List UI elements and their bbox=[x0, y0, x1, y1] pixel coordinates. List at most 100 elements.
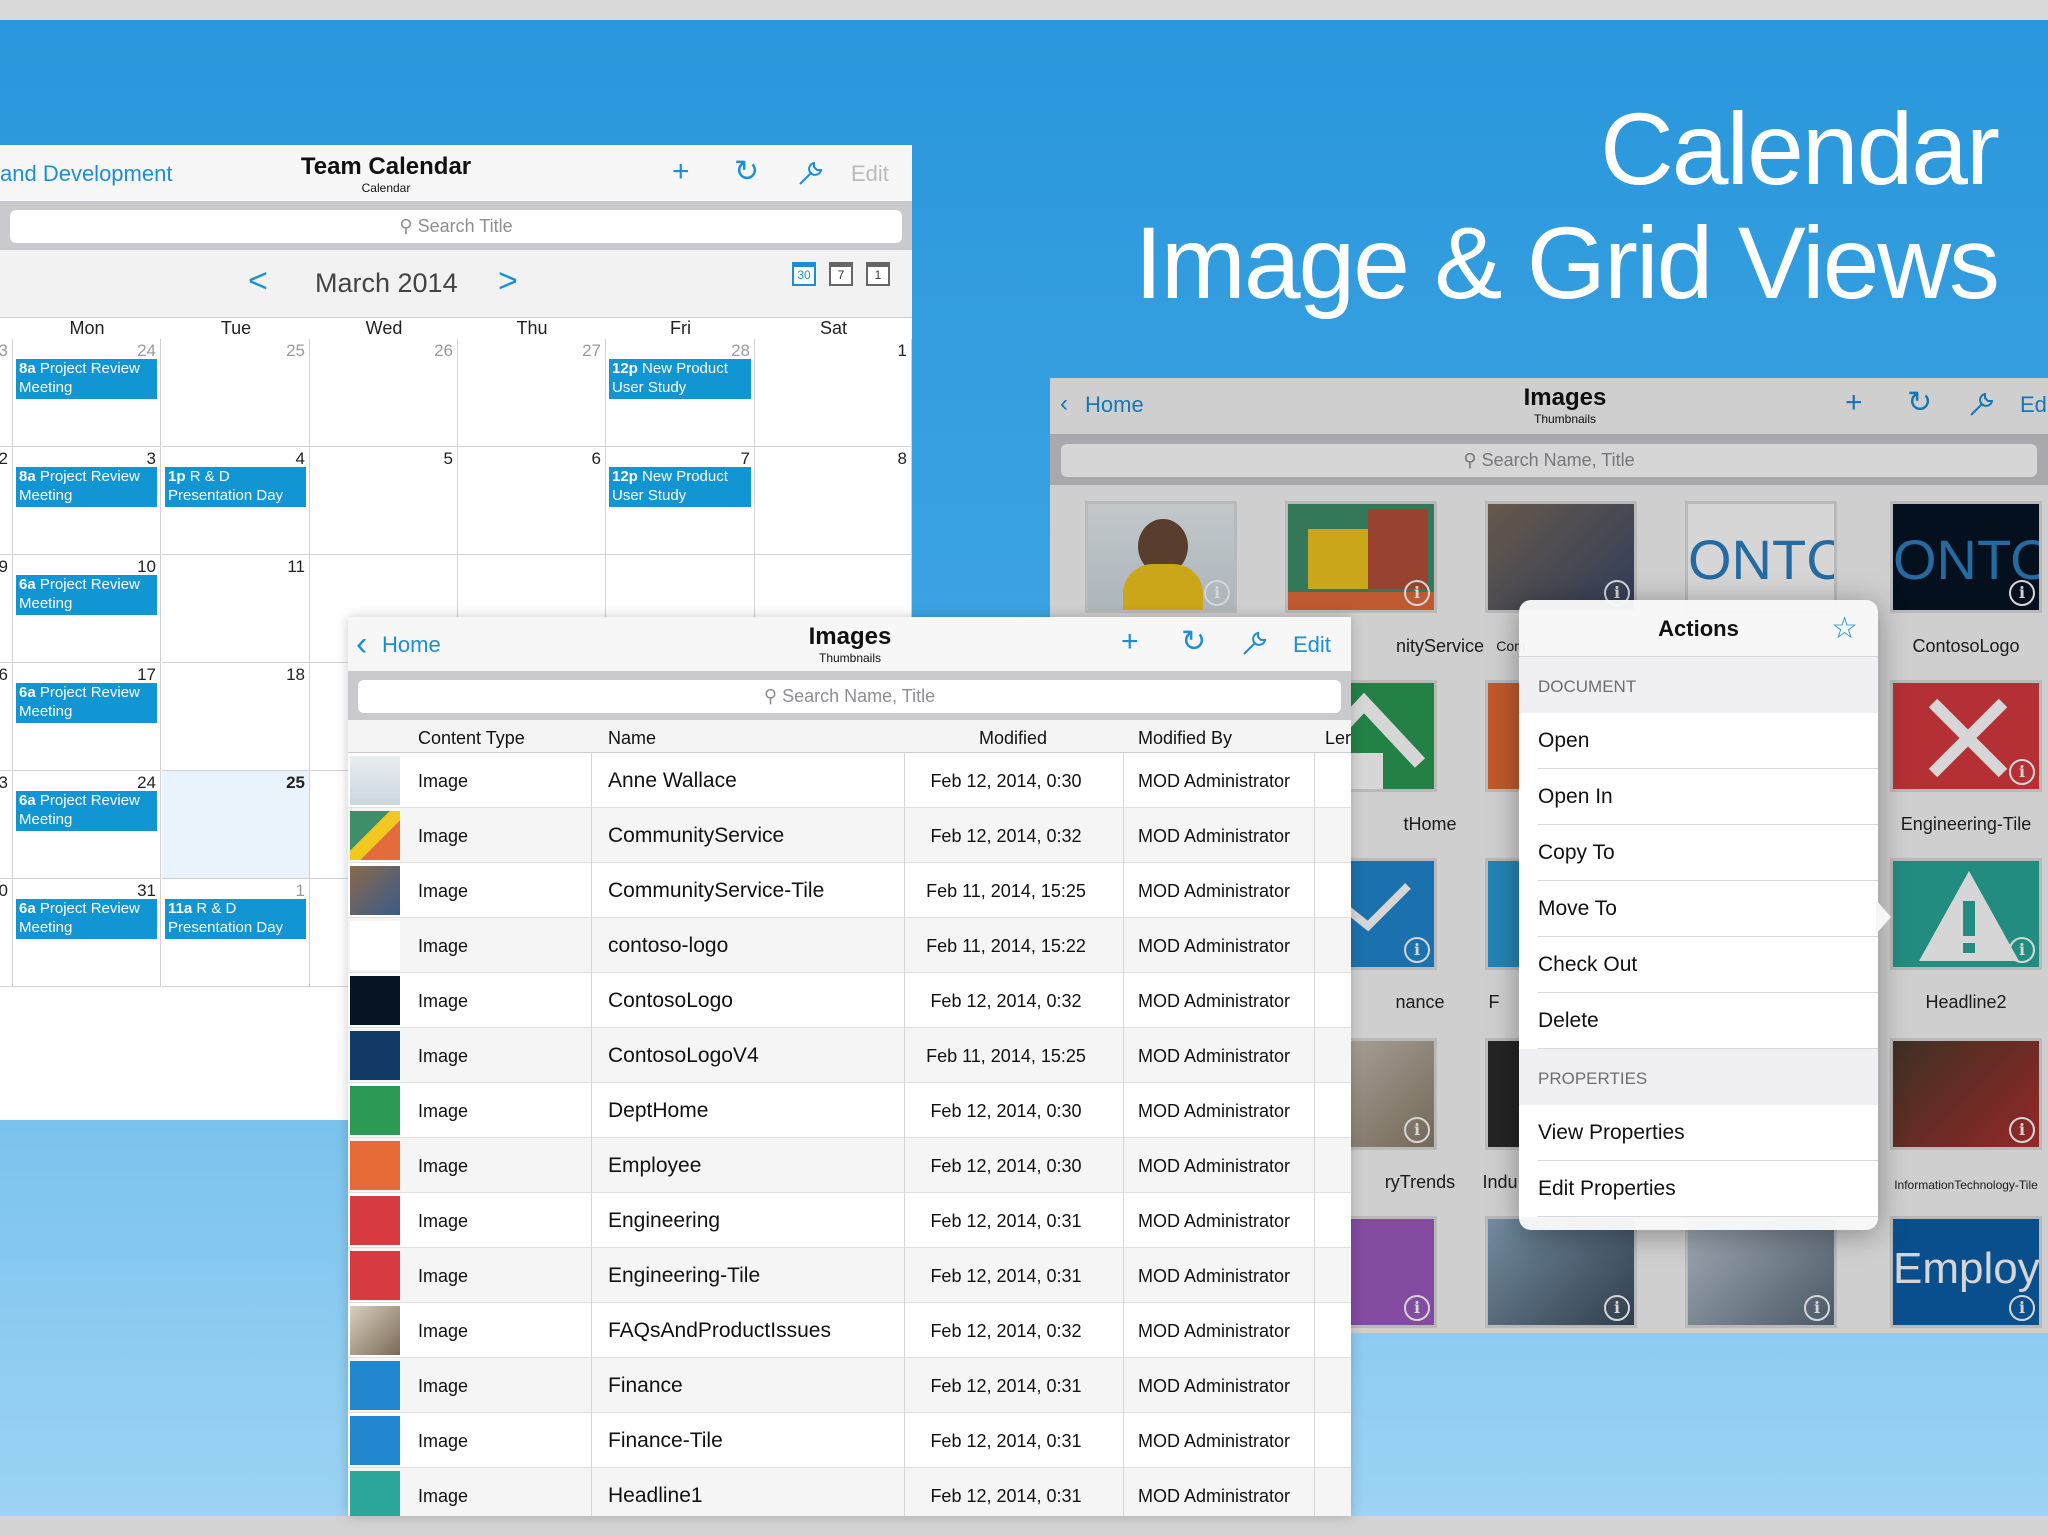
info-icon[interactable]: i bbox=[1804, 1295, 1830, 1321]
table-row[interactable]: Image FAQsAndProductIssues Feb 12, 2014, 0… bbox=[348, 1303, 1351, 1358]
table-row[interactable]: Image DeptHome Feb 12, 2014, 0:30 MOD Admin… bbox=[348, 1083, 1351, 1138]
tile-employee-banner[interactable]: Employe i bbox=[1890, 1216, 2042, 1328]
action-check-out[interactable]: Check Out bbox=[1519, 937, 1878, 993]
table-search-input[interactable]: ⚲ Search Name, Title bbox=[358, 680, 1341, 713]
calendar-search-input[interactable]: ⚲ Search Title bbox=[10, 210, 902, 243]
calendar-event[interactable]: 6a Project Review Meeting bbox=[16, 575, 157, 615]
table-back-button[interactable]: Home bbox=[382, 632, 441, 658]
table-row[interactable]: Image contoso-logo Feb 11, 2014, 15:22 MOD … bbox=[348, 918, 1351, 973]
tile-anne-wallace[interactable]: i bbox=[1085, 501, 1237, 613]
calendar-edit-button[interactable]: Edit bbox=[851, 161, 889, 187]
month-view-toggle[interactable]: 30 bbox=[792, 262, 816, 286]
calendar-cell[interactable]: 8 bbox=[755, 447, 912, 555]
table-row[interactable]: Image Finance-Tile Feb 12, 2014, 0:31 MOD A… bbox=[348, 1413, 1351, 1468]
col-name[interactable]: Name bbox=[608, 728, 656, 749]
calendar-cell[interactable]: 9 bbox=[0, 555, 13, 663]
table-row[interactable]: Image Anne Wallace Feb 12, 2014, 0:30 MOD A… bbox=[348, 753, 1351, 808]
tile-contosologo[interactable]: ONTO i bbox=[1890, 501, 2042, 613]
calendar-cell[interactable]: 28 12p New Product User Study bbox=[606, 339, 755, 447]
refresh-icon[interactable]: ↻ bbox=[1181, 627, 1206, 657]
day-view-toggle[interactable]: 1 bbox=[866, 262, 890, 286]
calendar-event[interactable]: 6a Project Review Meeting bbox=[16, 899, 157, 939]
wrench-icon[interactable] bbox=[1241, 629, 1269, 663]
table-row[interactable]: Image ContosoLogoV4 Feb 11, 2014, 15:25 MOD… bbox=[348, 1028, 1351, 1083]
prev-month-arrow[interactable]: < bbox=[248, 262, 268, 301]
table-row[interactable]: Image Headline1 Feb 12, 2014, 0:31 MOD Admi… bbox=[348, 1468, 1351, 1516]
refresh-icon[interactable]: ↻ bbox=[734, 157, 759, 187]
col-modified[interactable]: Modified bbox=[979, 728, 1047, 749]
col-modified-by[interactable]: Modified By bbox=[1138, 728, 1232, 749]
table-row[interactable]: Image ContosoLogo Feb 12, 2014, 0:32 MOD Ad… bbox=[348, 973, 1351, 1028]
calendar-cell[interactable]: 3 bbox=[0, 771, 13, 879]
info-icon[interactable]: i bbox=[1604, 1295, 1630, 1321]
calendar-event[interactable]: 8a Project Review Meeting bbox=[16, 467, 157, 507]
action-open[interactable]: Open bbox=[1519, 713, 1878, 769]
action-delete[interactable]: Delete bbox=[1519, 993, 1878, 1049]
calendar-cell[interactable]: 31 6a Project Review Meeting bbox=[13, 879, 161, 987]
add-icon[interactable]: + bbox=[1845, 388, 1863, 418]
info-icon[interactable]: i bbox=[2009, 1117, 2035, 1143]
table-row[interactable]: Image Engineering Feb 12, 2014, 0:31 MOD Ad… bbox=[348, 1193, 1351, 1248]
info-icon[interactable]: i bbox=[2009, 1295, 2035, 1321]
tile-contoso-logo[interactable]: ONTC bbox=[1685, 501, 1837, 613]
tile-community-service[interactable]: i bbox=[1285, 501, 1437, 613]
info-icon[interactable]: i bbox=[2009, 759, 2035, 785]
calendar-event[interactable]: 12p New Product User Study bbox=[609, 359, 751, 399]
refresh-icon[interactable]: ↻ bbox=[1907, 388, 1932, 418]
calendar-cell[interactable]: 1 11a R & D Presentation Day bbox=[162, 879, 310, 987]
calendar-cell[interactable]: 6 bbox=[0, 663, 13, 771]
week-view-toggle[interactable]: 7 bbox=[829, 262, 853, 286]
calendar-cell[interactable]: 18 bbox=[162, 663, 310, 771]
info-icon[interactable]: i bbox=[1404, 1295, 1430, 1321]
calendar-event[interactable]: 6a Project Review Meeting bbox=[16, 683, 157, 723]
info-icon[interactable]: i bbox=[1404, 937, 1430, 963]
action-open-in[interactable]: Open In bbox=[1519, 769, 1878, 825]
table-row[interactable]: Image Engineering-Tile Feb 12, 2014, 0:31 M… bbox=[348, 1248, 1351, 1303]
calendar-cell[interactable]: 0 bbox=[0, 879, 13, 987]
next-month-arrow[interactable]: > bbox=[498, 262, 518, 301]
info-icon[interactable]: i bbox=[2009, 937, 2035, 963]
calendar-cell[interactable]: 26 bbox=[310, 339, 458, 447]
calendar-cell[interactable]: 2 bbox=[0, 447, 13, 555]
calendar-cell[interactable]: 3 8a Project Review Meeting bbox=[13, 447, 161, 555]
calendar-cell[interactable]: 4 1p R & D Presentation Day bbox=[162, 447, 310, 555]
add-icon[interactable]: + bbox=[672, 157, 690, 187]
info-icon[interactable]: i bbox=[1204, 580, 1230, 606]
info-icon[interactable]: i bbox=[1404, 580, 1430, 606]
col-content-type[interactable]: Content Type bbox=[418, 728, 525, 749]
tile-photo-a[interactable]: i bbox=[1485, 1216, 1637, 1328]
wrench-icon[interactable] bbox=[1968, 390, 1996, 424]
info-icon[interactable]: i bbox=[2009, 580, 2035, 606]
calendar-cell[interactable]: 24 8a Project Review Meeting bbox=[13, 339, 161, 447]
grid-back-button[interactable]: Home bbox=[1085, 392, 1144, 418]
calendar-event[interactable]: 12p New Product User Study bbox=[609, 467, 751, 507]
table-edit-button[interactable]: Edit bbox=[1293, 632, 1331, 658]
chevron-left-icon[interactable]: ‹ bbox=[356, 625, 367, 664]
tile-headline2[interactable]: i bbox=[1890, 858, 2042, 970]
calendar-cell[interactable]: 24 6a Project Review Meeting bbox=[13, 771, 161, 879]
grid-search-input[interactable]: ⚲ Search Name, Title bbox=[1061, 444, 2037, 477]
tile-engineering-tile[interactable]: i bbox=[1890, 680, 2042, 792]
tile-information-technology[interactable]: i bbox=[1890, 1038, 2042, 1150]
calendar-cell[interactable]: 3 bbox=[0, 339, 13, 447]
tile-photo-b[interactable]: i bbox=[1685, 1216, 1837, 1328]
calendar-cell[interactable]: 7 12p New Product User Study bbox=[606, 447, 755, 555]
calendar-back-button[interactable]: and Development bbox=[0, 161, 172, 187]
calendar-cell[interactable]: 11 bbox=[162, 555, 310, 663]
calendar-event[interactable]: 1p R & D Presentation Day bbox=[165, 467, 306, 507]
calendar-event[interactable]: 6a Project Review Meeting bbox=[16, 791, 157, 831]
chevron-left-icon[interactable]: ‹ bbox=[1060, 390, 1068, 418]
add-icon[interactable]: + bbox=[1121, 627, 1139, 657]
action-move-to[interactable]: Move To bbox=[1519, 881, 1878, 937]
info-icon[interactable]: i bbox=[1404, 1117, 1430, 1143]
calendar-event[interactable]: 11a R & D Presentation Day bbox=[165, 899, 306, 939]
calendar-cell[interactable]: 1 bbox=[755, 339, 912, 447]
calendar-event[interactable]: 8a Project Review Meeting bbox=[16, 359, 157, 399]
col-length[interactable]: Ler bbox=[1325, 728, 1351, 749]
action-edit-properties[interactable]: Edit Properties bbox=[1519, 1161, 1878, 1217]
calendar-cell[interactable]: 27 bbox=[458, 339, 606, 447]
wrench-icon[interactable] bbox=[797, 159, 825, 193]
calendar-cell[interactable]: 6 bbox=[458, 447, 606, 555]
calendar-cell[interactable]: 5 bbox=[310, 447, 458, 555]
table-row[interactable]: Image CommunityService Feb 12, 2014, 0:32 M… bbox=[348, 808, 1351, 863]
